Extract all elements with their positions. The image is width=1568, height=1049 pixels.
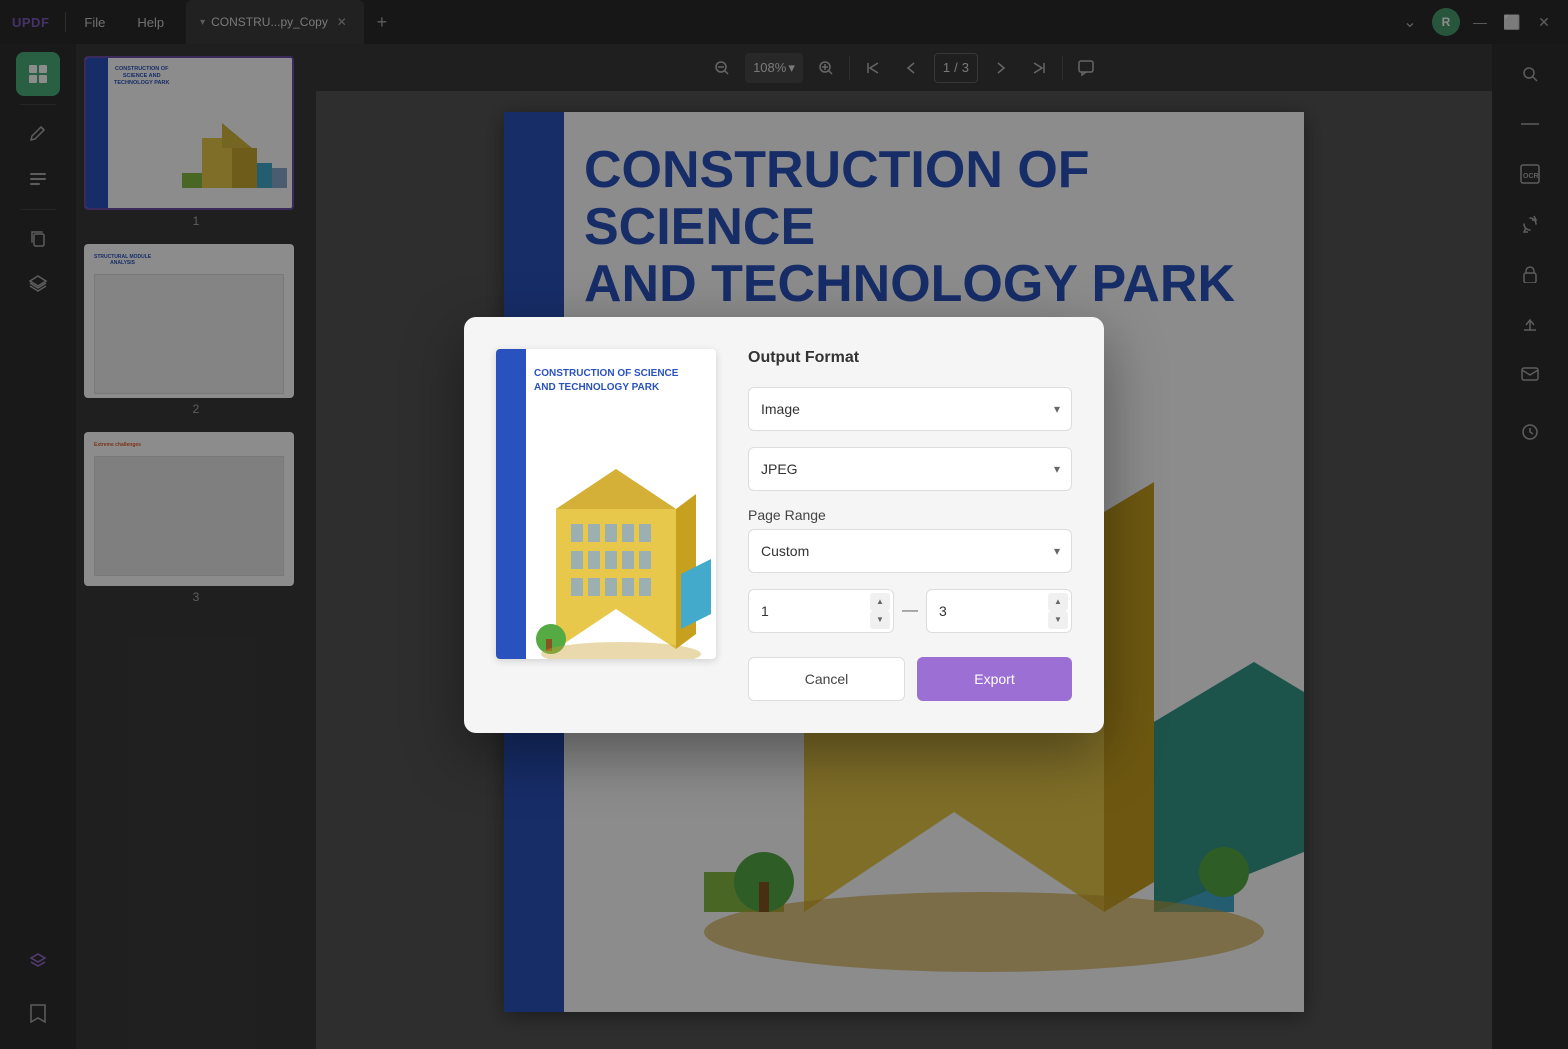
page-start-down[interactable]: ▼ (870, 611, 890, 629)
output-format-title: Output Format (748, 349, 1072, 367)
page-start-wrapper: ▲ ▼ (748, 589, 894, 633)
page-range-group: Page Range Custom All Pages Current Page… (748, 507, 1072, 573)
export-modal: CONSTRUCTION OF SCIENCE AND TECHNOLOGY P… (464, 317, 1104, 733)
cancel-button[interactable]: Cancel (748, 657, 905, 701)
preview-building (526, 429, 716, 659)
modal-form: Output Format Image PDF Word ▾ JPEG (748, 349, 1072, 701)
range-dash: — (902, 602, 918, 620)
page-range-label: Page Range (748, 507, 1072, 523)
page-range-select-wrapper: Custom All Pages Current Page ▾ (748, 529, 1072, 573)
page-range-row: ▲ ▼ — ▲ ▼ (748, 589, 1072, 633)
page-end-down[interactable]: ▼ (1048, 611, 1068, 629)
page-end-spinners: ▲ ▼ (1048, 593, 1068, 629)
modal-buttons: Cancel Export (748, 657, 1072, 701)
page-range-select[interactable]: Custom All Pages Current Page (748, 529, 1072, 573)
preview-title: CONSTRUCTION OF SCIENCE AND TECHNOLOGY P… (534, 367, 678, 395)
format-group: Image PDF Word ▾ (748, 387, 1072, 431)
page-start-up[interactable]: ▲ (870, 593, 890, 611)
page-end-up[interactable]: ▲ (1048, 593, 1068, 611)
format-select[interactable]: Image PDF Word (748, 387, 1072, 431)
format-select-wrapper: Image PDF Word ▾ (748, 387, 1072, 431)
modal-preview: CONSTRUCTION OF SCIENCE AND TECHNOLOGY P… (496, 349, 716, 701)
export-button[interactable]: Export (917, 657, 1072, 701)
page-start-spinners: ▲ ▼ (870, 593, 890, 629)
subformat-select[interactable]: JPEG PNG BMP TIFF (748, 447, 1072, 491)
modal-preview-img: CONSTRUCTION OF SCIENCE AND TECHNOLOGY P… (496, 349, 716, 659)
subformat-select-wrapper: JPEG PNG BMP TIFF ▾ (748, 447, 1072, 491)
subformat-group: JPEG PNG BMP TIFF ▾ (748, 447, 1072, 491)
modal-overlay: CONSTRUCTION OF SCIENCE AND TECHNOLOGY P… (0, 0, 1568, 1049)
preview-blue-bar (496, 349, 526, 659)
page-end-wrapper: ▲ ▼ (926, 589, 1072, 633)
